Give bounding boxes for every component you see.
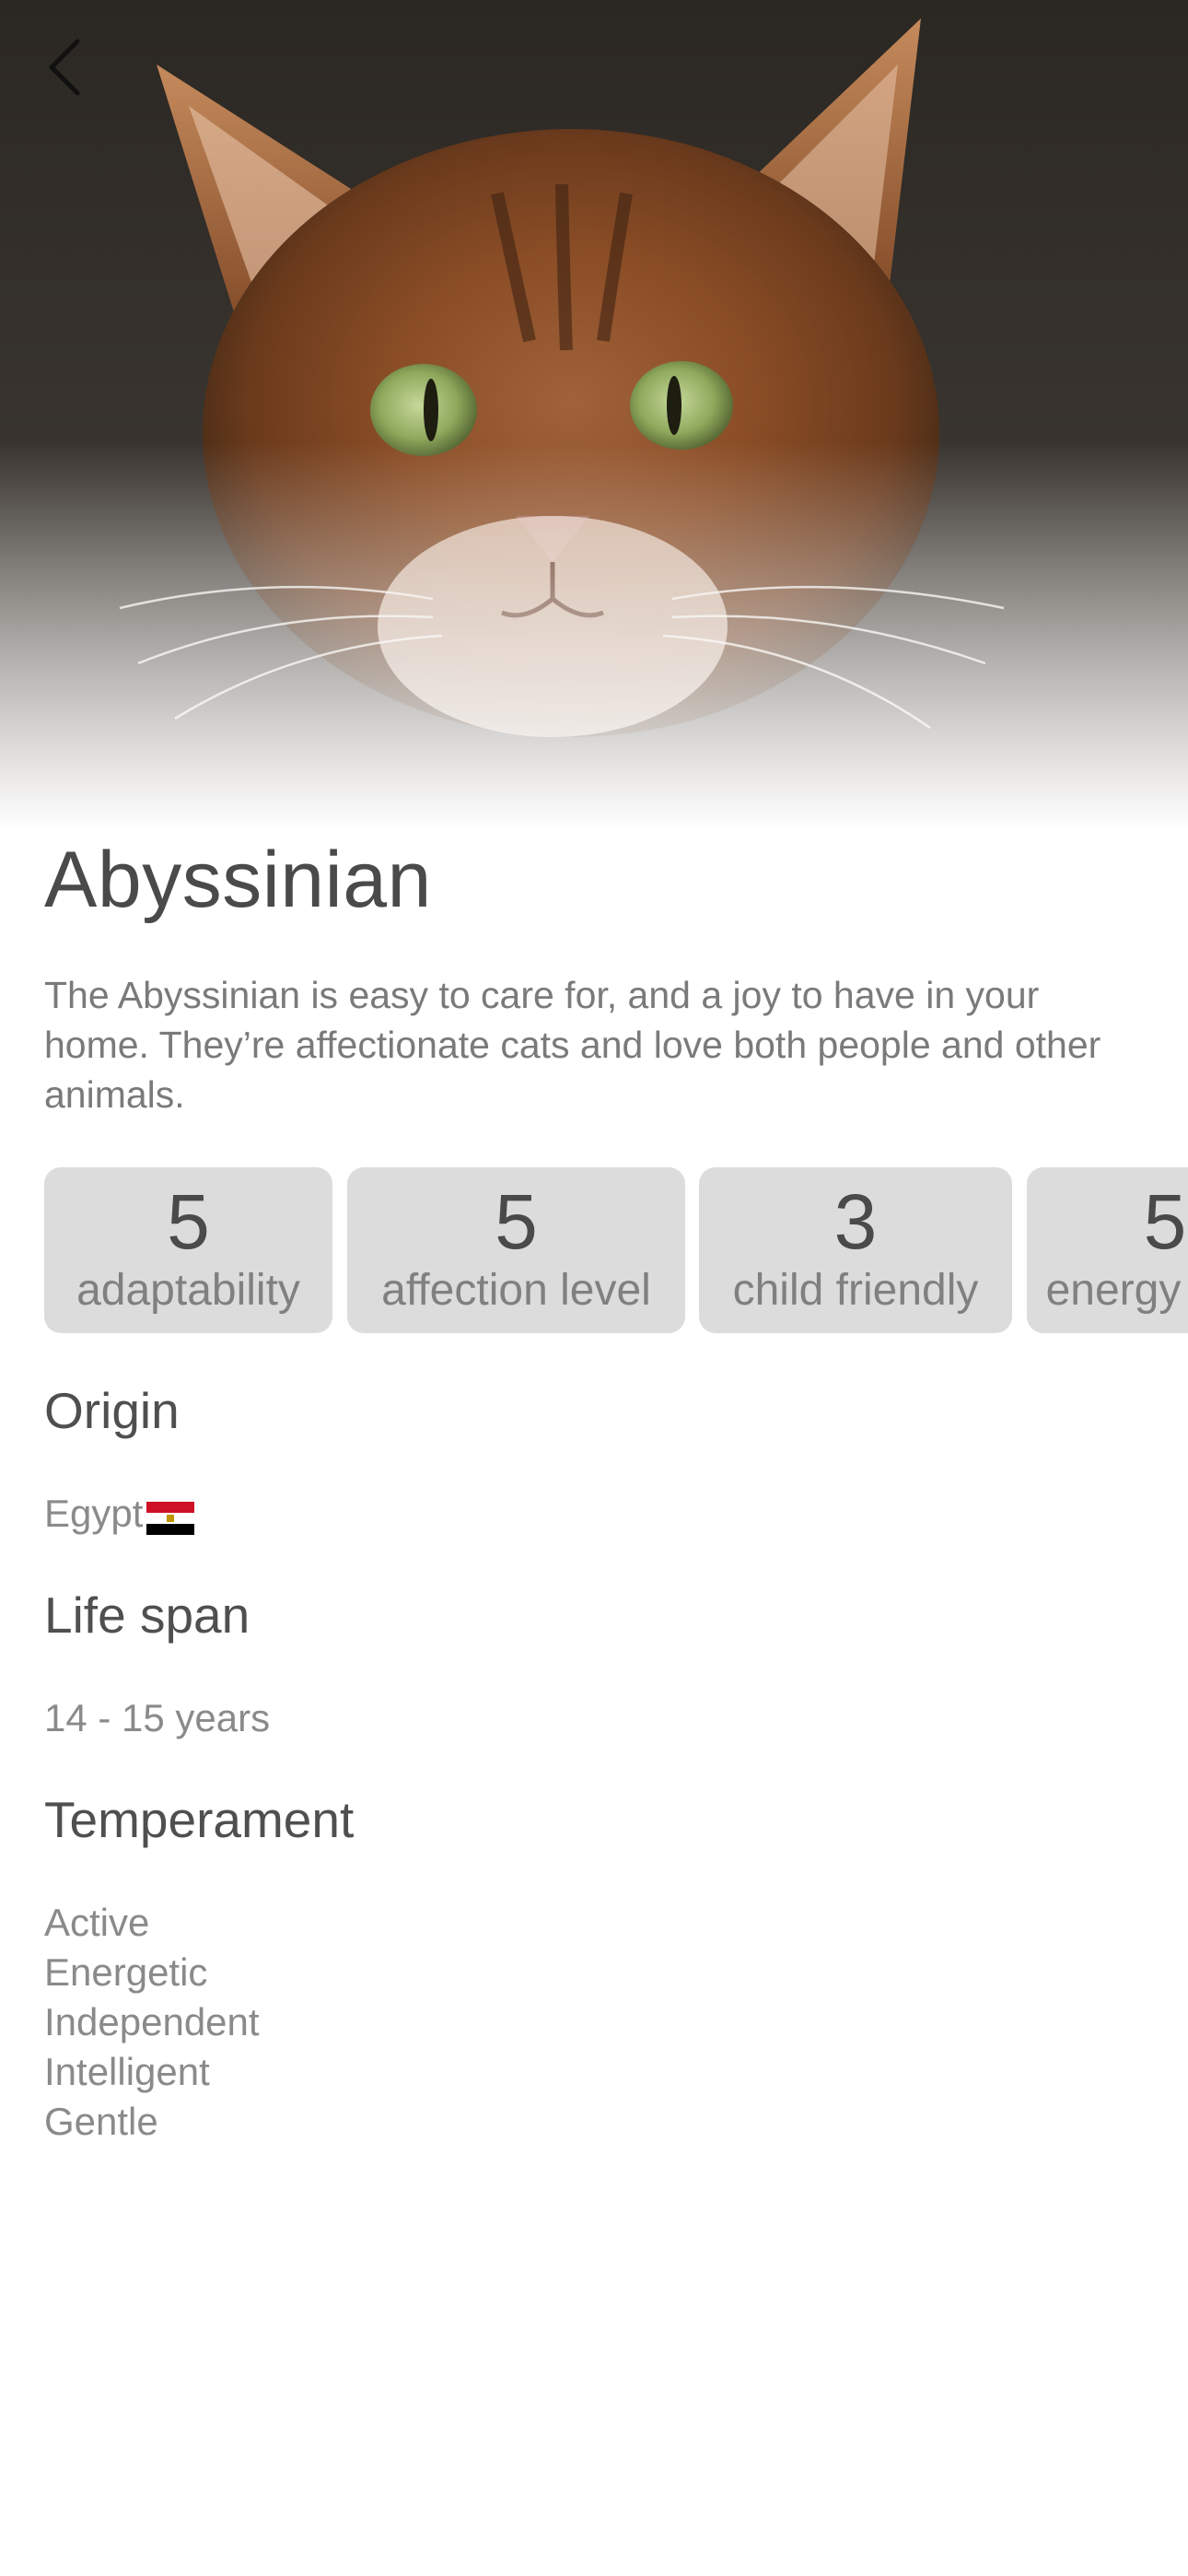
stat-label: child friendly <box>732 1266 979 1315</box>
temperament-item: Active <box>44 1901 150 1944</box>
stat-label: energy level <box>1045 1266 1188 1315</box>
stats-row[interactable]: 5 adaptability 5 affection level 3 child… <box>44 1167 1188 1333</box>
stat-card-energy-level[interactable]: 5 energy level <box>1027 1167 1188 1333</box>
temperament-item: Energetic <box>44 1950 208 1994</box>
stat-card-affection-level[interactable]: 5 affection level <box>347 1167 685 1333</box>
breed-description: The Abyssinian is easy to care for, and … <box>44 974 1101 1116</box>
egypt-flag-icon <box>146 1497 195 1535</box>
origin-heading: Origin <box>44 1382 180 1439</box>
origin-value: Egypt <box>44 1489 195 1539</box>
stat-label: affection level <box>381 1266 651 1315</box>
temperament-item: Independent <box>44 2000 260 2043</box>
life-span-value: 14 - 15 years <box>44 1696 271 1739</box>
stat-value: 5 <box>495 1178 538 1265</box>
back-button[interactable] <box>28 28 101 111</box>
breed-title: Abyssinian <box>44 836 432 924</box>
temperament-heading: Temperament <box>44 1791 355 1848</box>
temperament-item: Gentle <box>44 2100 158 2143</box>
stat-value: 3 <box>833 1178 878 1265</box>
temperament-item: Intelligent <box>44 2050 210 2093</box>
stat-value: 5 <box>167 1178 210 1265</box>
temperament-list: Active Energetic Independent Intelligent… <box>44 1898 260 2147</box>
stat-value: 5 <box>1143 1178 1187 1265</box>
hero-image <box>0 0 1188 829</box>
life-span-heading: Life span <box>44 1587 250 1644</box>
stat-label: adaptability <box>76 1266 300 1315</box>
stat-card-child-friendly[interactable]: 3 child friendly <box>699 1167 1012 1333</box>
chevron-left-icon <box>46 38 83 101</box>
stat-card-adaptability[interactable]: 5 adaptability <box>44 1167 332 1333</box>
origin-country: Egypt <box>44 1492 144 1535</box>
